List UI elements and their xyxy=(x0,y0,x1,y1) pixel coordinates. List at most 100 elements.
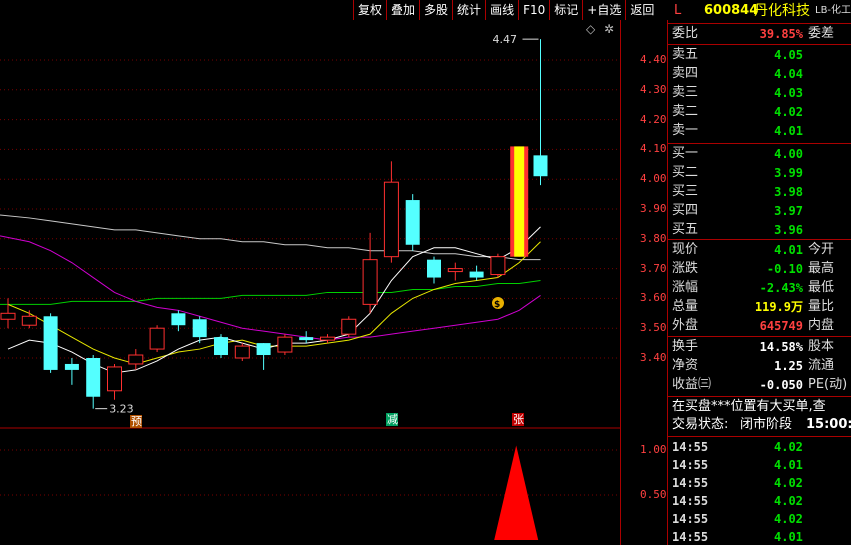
quote-row-label2: 内盘 xyxy=(808,318,835,333)
bid-row-value: 3.97 xyxy=(774,204,803,218)
trade-status-time: 15:00: xyxy=(806,417,851,432)
y-tick-label: 3.70 xyxy=(640,261,667,275)
quote-row-value: -0.10 xyxy=(766,262,803,276)
quote-row-label: 涨跌 xyxy=(672,261,699,276)
candle-body xyxy=(469,271,484,278)
kline-chart[interactable]: 4.47 3.23 预 减 张 $ xyxy=(0,0,620,545)
candle-body xyxy=(490,256,506,276)
tag-jian: 减 xyxy=(387,413,398,426)
volume-indicator xyxy=(494,445,539,540)
tick-row: 14:55 4.02 xyxy=(668,492,851,510)
fund-row-label: 收益㈢ xyxy=(672,377,712,392)
ask-row-value: 4.01 xyxy=(774,124,803,138)
bid-row: 买三 3.98 xyxy=(668,183,851,201)
candle-body xyxy=(149,327,165,350)
candle-body xyxy=(277,336,293,353)
candle-body xyxy=(299,337,314,341)
candle-body xyxy=(427,259,441,278)
candle-body xyxy=(447,268,463,273)
tick-time: 14:55 xyxy=(672,458,709,472)
bid-row: 买二 3.99 xyxy=(668,164,851,182)
ask-row-label: 卖四 xyxy=(672,66,699,81)
price-axis xyxy=(620,20,668,545)
quote-row-label2: 最低 xyxy=(808,280,835,295)
tick-price: 4.02 xyxy=(774,494,803,508)
y-tick-label: 4.00 xyxy=(640,172,667,186)
candle-body xyxy=(86,358,101,397)
quote-row-label2: 量比 xyxy=(808,299,835,314)
bid-row-label: 买三 xyxy=(672,184,699,199)
fund-row-value: 14.58% xyxy=(759,340,803,354)
tick-time: 14:55 xyxy=(672,512,709,526)
flag-label: L xyxy=(674,3,682,18)
fund-row-value: -0.050 xyxy=(759,378,803,392)
bid-row-label: 买二 xyxy=(672,165,699,180)
low-price-label: 3.23 xyxy=(109,403,134,416)
tick-price: 4.01 xyxy=(774,458,803,472)
fund-row-label: 换手 xyxy=(672,339,699,354)
stock-name: 丹化科技 xyxy=(754,3,810,19)
bid-row-value: 4.00 xyxy=(774,147,803,161)
notice-text: 在买盘***位置有大买单,查 xyxy=(672,399,826,414)
bid-row-value: 3.98 xyxy=(774,185,803,199)
stock-code: 600844 xyxy=(704,3,759,18)
candle-body xyxy=(64,363,79,370)
quote-row-label: 现价 xyxy=(672,242,699,257)
candle-body xyxy=(234,345,250,359)
tick-price: 4.02 xyxy=(774,440,803,454)
fund-row-value: 1.25 xyxy=(774,359,803,373)
y-tick-label: 4.20 xyxy=(640,112,667,126)
tick-row: 14:55 4.02 xyxy=(668,438,851,456)
tick-price: 4.01 xyxy=(774,530,803,544)
ask-row-value: 4.04 xyxy=(774,67,803,81)
ask-row-label: 卖二 xyxy=(672,104,699,119)
quote-row-label2: 最高 xyxy=(808,261,835,276)
high-price-label: 4.47 xyxy=(493,33,518,46)
weibi-label: 委比 xyxy=(672,26,699,41)
ma-white-line xyxy=(7,226,541,374)
candle-body xyxy=(383,181,399,258)
bid-row-value: 3.96 xyxy=(774,223,803,237)
back-button[interactable]: 返回 xyxy=(625,0,659,20)
y-tick-label: 3.50 xyxy=(640,321,667,335)
tick-time: 14:55 xyxy=(672,476,709,490)
bid-row: 买四 3.97 xyxy=(668,202,851,220)
quote-row-value: -2.43% xyxy=(759,281,803,295)
quote-panel: L 600844 丹化科技 LB-化工 委比 39.85% 委差 卖五 4.05 卖… xyxy=(668,0,851,545)
quote-row-value: 645749 xyxy=(759,319,803,333)
y-tick-label: 3.40 xyxy=(640,351,667,364)
tag-yu: 预 xyxy=(131,415,142,428)
tick-price: 4.02 xyxy=(774,512,803,526)
quote-row: 现价 4.01 今开 xyxy=(668,241,851,259)
ma-green-line xyxy=(0,280,541,305)
tick-time: 14:55 xyxy=(672,494,709,508)
ma-magenta-line xyxy=(0,235,541,341)
weicha-label: 委差 xyxy=(808,26,835,41)
candle-body xyxy=(214,337,228,356)
trade-status-value: 闭市阶段 xyxy=(740,417,793,432)
y-tick-label: 3.80 xyxy=(640,231,667,245)
candle-body xyxy=(21,315,37,326)
candle-body xyxy=(192,319,207,338)
quote-row: 涨幅 -2.43% 最低 xyxy=(668,279,851,297)
y-tick-label: 4.10 xyxy=(640,142,667,156)
sub-y-tick-label: 0.50 xyxy=(640,488,667,501)
candle-body xyxy=(341,318,357,335)
quote-row-label: 外盘 xyxy=(672,318,699,333)
fund-row: 净资 1.25 流通 xyxy=(668,357,851,375)
fund-row-label: 净资 xyxy=(672,358,699,373)
tag-zhang: 张 xyxy=(513,413,524,426)
tick-row: 14:55 4.01 xyxy=(668,528,851,545)
quote-row-label: 总量 xyxy=(672,299,699,314)
ask-row-label: 卖三 xyxy=(672,85,699,100)
candle-body xyxy=(171,313,186,326)
fund-row-label2: 流通 xyxy=(808,358,835,373)
weibi-value: 39.85% xyxy=(759,27,803,41)
svg-text:$: $ xyxy=(494,300,500,310)
bid-row: 买五 3.96 xyxy=(668,221,851,239)
quote-row-value: 4.01 xyxy=(774,243,803,257)
fund-row: 收益㈢ -0.050 PE(动) xyxy=(668,376,851,394)
ask-row: 卖一 4.01 xyxy=(668,122,851,140)
signal-triangle xyxy=(494,445,539,540)
candle-body xyxy=(256,343,271,356)
